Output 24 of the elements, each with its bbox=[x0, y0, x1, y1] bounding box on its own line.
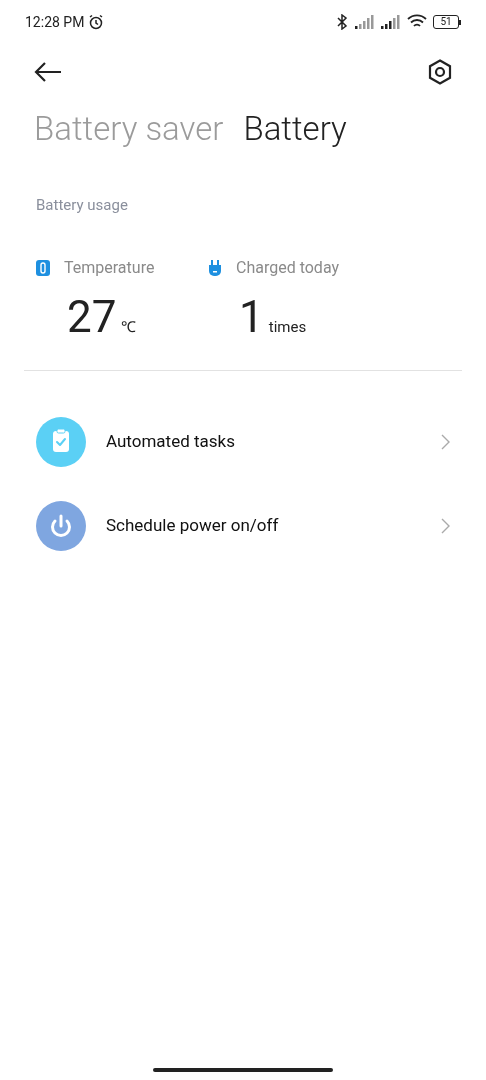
settings-row[interactable]: Automated tasks bbox=[0, 417, 486, 467]
stat-unit: ℃ bbox=[121, 317, 137, 338]
row-label: Schedule power on/off bbox=[106, 514, 280, 538]
stat-value: 27 bbox=[67, 292, 117, 342]
tab[interactable]: Battery bbox=[243, 104, 347, 154]
battery-icon: 51 bbox=[433, 15, 461, 29]
row-label: Automated tasks bbox=[106, 430, 236, 454]
back-arrow-icon[interactable] bbox=[34, 62, 62, 82]
stat-label: Charged today bbox=[236, 257, 340, 279]
section-title: Battery usage bbox=[35, 194, 129, 216]
chevron-right-icon bbox=[441, 518, 450, 534]
stat-unit: times bbox=[268, 317, 307, 338]
bluetooth-icon bbox=[335, 14, 349, 30]
settings-row[interactable]: Schedule power on/off bbox=[0, 501, 486, 551]
chevron-right-icon bbox=[441, 434, 450, 450]
status-time: 12:28 PM bbox=[25, 12, 85, 32]
thermometer-icon bbox=[36, 260, 50, 276]
plug-icon bbox=[208, 260, 222, 276]
stat-label: Temperature bbox=[64, 257, 155, 279]
stat-value: 1 bbox=[239, 292, 264, 342]
signal-icon bbox=[381, 15, 401, 29]
alarm-icon bbox=[88, 14, 105, 30]
settings-icon[interactable] bbox=[428, 59, 452, 85]
signal-icon bbox=[355, 15, 375, 29]
